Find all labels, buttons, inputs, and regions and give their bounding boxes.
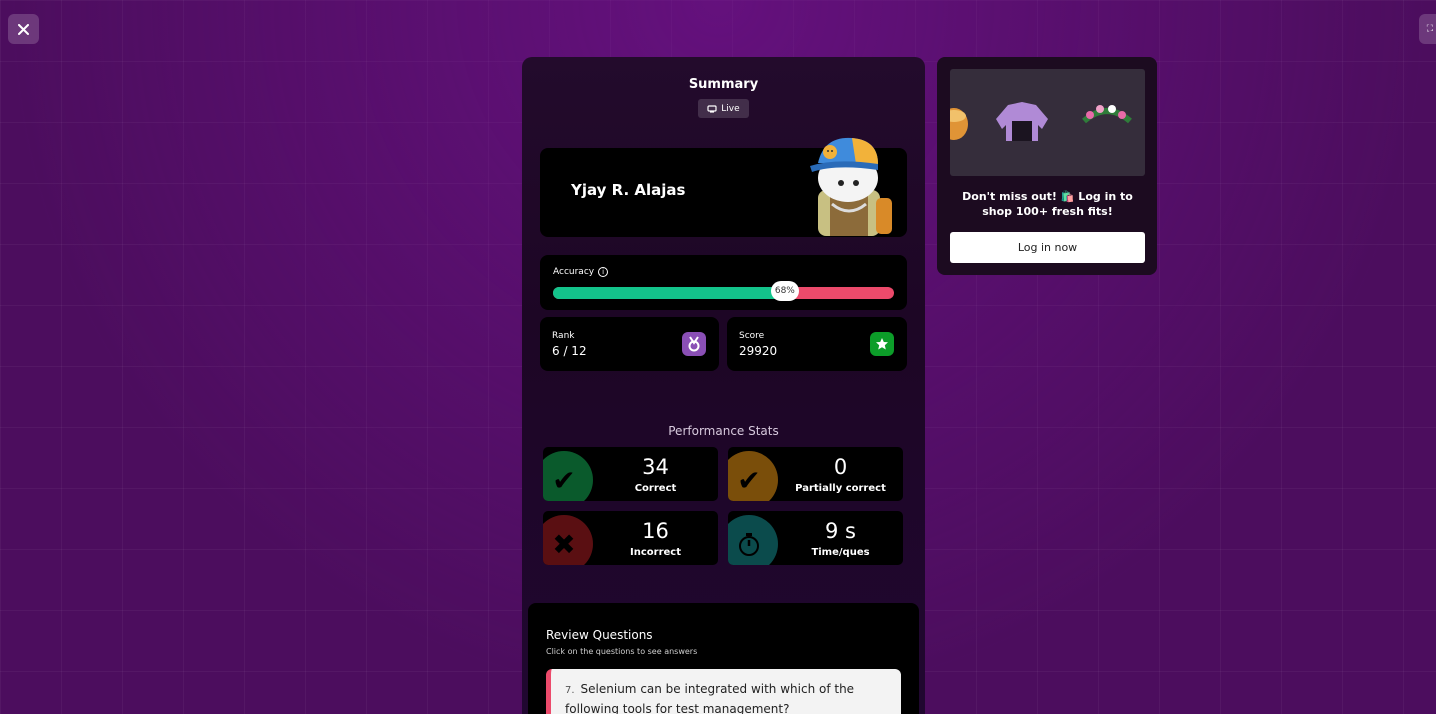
stat-time-per-question: 9 s Time/ques bbox=[728, 511, 903, 565]
score-label: Score bbox=[739, 331, 765, 341]
stat-correct: ✔ 34 Correct bbox=[543, 447, 718, 501]
accuracy-label: Accuracy i bbox=[553, 267, 609, 277]
question-item[interactable]: 7. Selenium can be integrated with which … bbox=[546, 669, 901, 714]
stat-label: Incorrect bbox=[630, 547, 681, 558]
mode-badge: Live bbox=[698, 99, 749, 118]
mode-badge-label: Live bbox=[721, 103, 740, 114]
question-text: Selenium can be integrated with which of… bbox=[565, 682, 855, 714]
stat-label: Time/ques bbox=[811, 547, 870, 558]
stat-incorrect: ✖ 16 Incorrect bbox=[543, 511, 718, 565]
stat-value: 0 bbox=[833, 455, 848, 479]
rank-label: Rank bbox=[552, 331, 575, 341]
live-icon bbox=[707, 104, 717, 113]
stat-label: Correct bbox=[634, 483, 677, 494]
stat-partially-correct: ✔ 0 Partially correct bbox=[728, 447, 903, 501]
star-icon bbox=[870, 332, 894, 356]
stat-value: 9 s bbox=[825, 519, 856, 543]
close-icon bbox=[18, 23, 29, 35]
expand-icon: ⛶ bbox=[1426, 24, 1433, 34]
login-button[interactable]: Log in now bbox=[950, 232, 1145, 263]
promo-card: Don't miss out! 🛍️ Log in to shop 100+ f… bbox=[937, 57, 1157, 275]
promo-image bbox=[950, 69, 1145, 176]
player-name: Yjay R. Alajas bbox=[571, 181, 686, 199]
page-title: Summary bbox=[688, 77, 759, 92]
stopwatch-icon bbox=[728, 515, 778, 565]
accuracy-bar-fill bbox=[553, 287, 785, 299]
accuracy-bar bbox=[553, 287, 894, 299]
close-button[interactable] bbox=[8, 14, 39, 44]
accuracy-card: Accuracy i 68% bbox=[540, 255, 907, 310]
check-icon: ✔ bbox=[728, 451, 778, 501]
score-value: 29920 bbox=[739, 344, 778, 358]
summary-panel: Summary Live Yjay R. Alajas Accuracy i 6… bbox=[522, 57, 925, 714]
rank-card: Rank 6 / 12 bbox=[540, 317, 719, 371]
info-icon[interactable]: i bbox=[598, 267, 609, 277]
stat-label: Partially correct bbox=[795, 483, 886, 494]
stat-value: 16 bbox=[642, 519, 669, 543]
promo-text: Don't miss out! 🛍️ Log in to shop 100+ f… bbox=[962, 190, 1133, 218]
score-card: Score 29920 bbox=[727, 317, 907, 371]
cross-icon: ✖ bbox=[543, 515, 593, 565]
question-number: 7. bbox=[565, 685, 575, 696]
avatar bbox=[810, 137, 892, 236]
player-card: Yjay R. Alajas bbox=[540, 137, 907, 237]
check-icon: ✔ bbox=[543, 451, 593, 501]
accuracy-value: 68% bbox=[770, 281, 799, 301]
review-questions: Review Questions Click on the questions … bbox=[528, 603, 919, 714]
medal-icon bbox=[682, 332, 706, 356]
review-subtitle: Click on the questions to see answers bbox=[546, 647, 698, 656]
accuracy-label-text: Accuracy bbox=[553, 267, 595, 277]
stat-value: 34 bbox=[642, 455, 669, 479]
rank-value: 6 / 12 bbox=[552, 344, 587, 358]
expand-button[interactable]: ⛶ bbox=[1419, 14, 1436, 44]
review-title: Review Questions bbox=[546, 628, 653, 642]
performance-title: Performance Stats bbox=[668, 424, 779, 438]
